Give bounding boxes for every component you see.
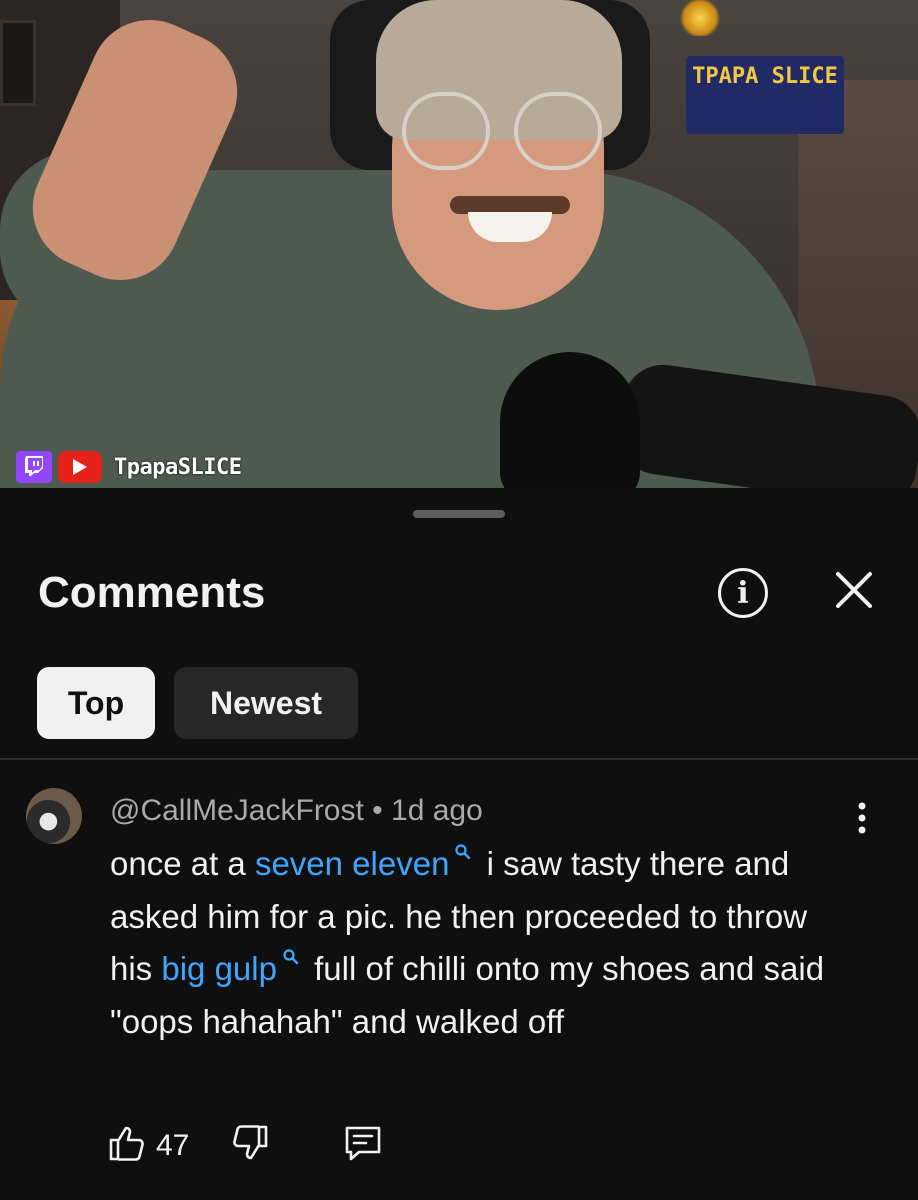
panel-title: Comments — [38, 568, 266, 617]
poster-text: TPAPA SLICE — [692, 64, 838, 89]
search-icon[interactable] — [283, 949, 299, 967]
comment-body: once at a seven eleven i saw tasty there… — [110, 838, 850, 1048]
wall-poster: TPAPA SLICE — [686, 56, 844, 134]
video-player[interactable]: TPAPA SLICE TpapaSLICE — [0, 0, 918, 488]
sort-chip-newest[interactable]: Newest — [174, 667, 358, 739]
sort-chip-top[interactable]: Top — [37, 667, 155, 739]
streamer-tag: TpapaSLICE — [16, 451, 242, 483]
search-link-seven-eleven[interactable]: seven eleven — [255, 845, 449, 882]
microphone — [500, 352, 640, 488]
like-icon[interactable] — [108, 1124, 146, 1167]
wall-frame — [0, 20, 36, 106]
channel-tag: TpapaSLICE — [114, 454, 242, 480]
youtube-icon — [58, 451, 102, 483]
comment-text: once at a — [110, 845, 255, 882]
comments-panel: Comments i Top Newest @CallMeJackFrost •… — [0, 488, 918, 1200]
meta-separator: • — [372, 794, 383, 827]
close-icon[interactable] — [830, 566, 878, 614]
more-options-icon[interactable] — [848, 798, 876, 838]
glasses-left — [402, 92, 490, 170]
reply-icon[interactable] — [343, 1124, 383, 1167]
divider — [0, 758, 918, 760]
twitch-icon — [16, 451, 52, 483]
neon-sign — [680, 0, 720, 36]
avatar[interactable] — [26, 788, 82, 844]
comment-meta: @CallMeJackFrost • 1d ago — [110, 794, 483, 828]
info-icon[interactable]: i — [718, 568, 768, 618]
drag-handle[interactable] — [413, 510, 505, 518]
comment-age: 1d ago — [391, 794, 483, 827]
search-link-big-gulp[interactable]: big gulp — [161, 950, 277, 987]
dislike-icon[interactable] — [231, 1124, 269, 1167]
comment-author[interactable]: @CallMeJackFrost — [110, 794, 364, 827]
like-count: 47 — [156, 1128, 190, 1162]
glasses-right — [514, 92, 602, 170]
search-icon[interactable] — [455, 844, 471, 862]
comment-actions: 47 — [108, 1124, 383, 1167]
